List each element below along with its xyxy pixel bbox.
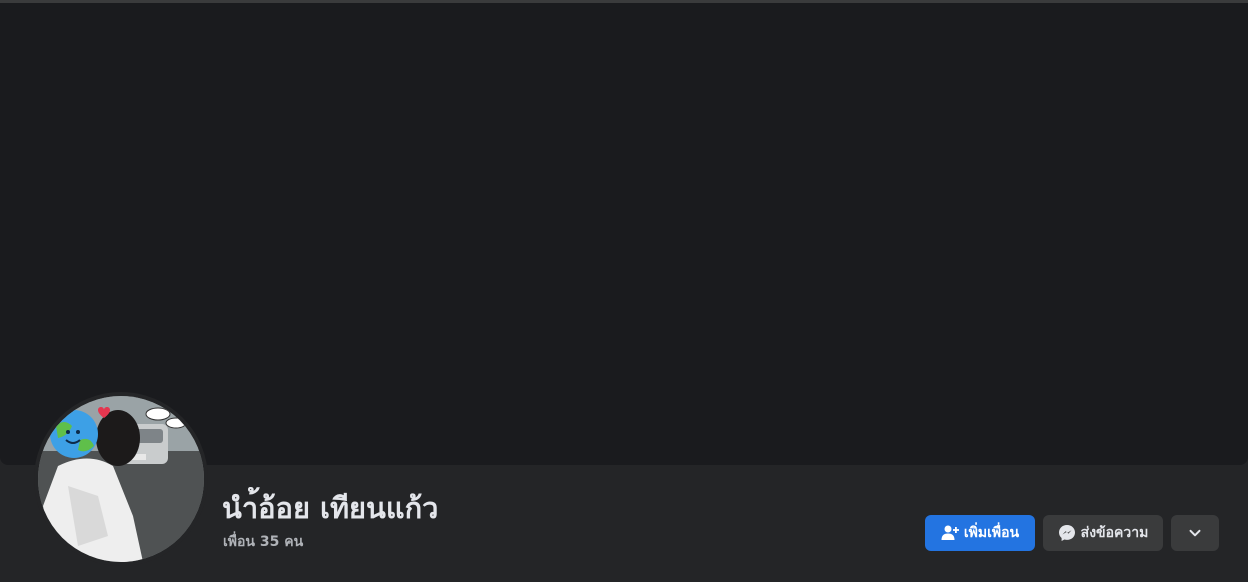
add-friend-button[interactable]: เพิ่มเพื่อน — [925, 515, 1035, 551]
person-plus-icon — [941, 524, 959, 542]
profile-avatar[interactable] — [38, 396, 204, 562]
message-button[interactable]: ส่งข้อความ — [1043, 515, 1163, 551]
profile-name: นำ้อ้อย เทียนแก้ว — [222, 491, 439, 525]
cover-photo[interactable] — [0, 3, 1248, 465]
more-options-button[interactable] — [1171, 515, 1219, 551]
chevron-down-icon — [1186, 524, 1204, 542]
add-friend-label: เพิ่มเพื่อน — [963, 525, 1020, 541]
friends-count[interactable]: เพื่อน 35 คน — [223, 532, 303, 552]
profile-photo — [38, 396, 204, 562]
message-label: ส่งข้อความ — [1080, 525, 1149, 541]
messenger-icon — [1058, 524, 1076, 542]
